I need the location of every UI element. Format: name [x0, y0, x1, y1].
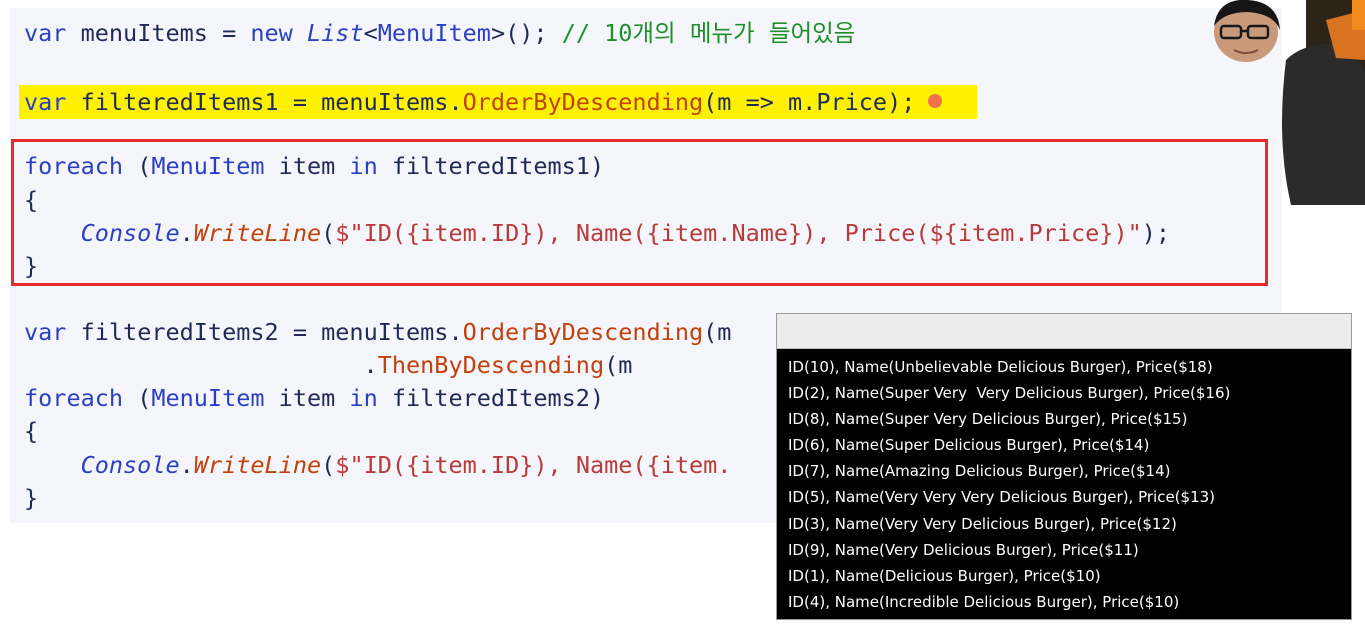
method-name: WriteLine [193, 451, 322, 479]
console-output-line: ID(3), Name(Very Very Delicious Burger),… [788, 514, 1177, 533]
console-title-bar[interactable] [777, 314, 1351, 349]
console-output-line: ID(10), Name(Unbelievable Delicious Burg… [788, 358, 1213, 376]
code-text: ( [321, 219, 336, 247]
keyword: var [24, 318, 67, 346]
code-text: (m => m.Price); [703, 88, 916, 116]
type-name: MenuItem [151, 384, 265, 412]
code-line-8: .ThenByDescending(m [24, 348, 633, 382]
console-output-line: ID(7), Name(Amazing Delicious Burger), P… [788, 462, 1171, 481]
code-text: (m [703, 318, 732, 346]
string-literal: $"ID({item.ID}), Name({item.Name}), Pric… [335, 219, 1142, 247]
code-line-4: { [24, 186, 39, 214]
code-line-11: Console.WriteLine($"ID({item.ID}), Name(… [24, 448, 732, 482]
code-line-3: foreach (MenuItem item in filteredItems1… [24, 149, 604, 183]
code-line-1: var menuItems = new List<MenuItem>(); //… [24, 16, 855, 50]
presenter-webcam-overlay [1196, 0, 1365, 205]
keyword: foreach [24, 152, 124, 180]
code-line-2: var filteredItems1 = menuItems.OrderByDe… [24, 85, 915, 119]
method-name: OrderByDescending [462, 88, 704, 116]
method-name: OrderByDescending [462, 318, 704, 346]
code-line-5: Console.WriteLine($"ID({item.ID}), Name(… [24, 216, 1170, 250]
code-text: ); [1141, 219, 1171, 247]
code-text: ( [321, 451, 336, 479]
console-output-line: ID(4), Name(Incredible Delicious Burger)… [788, 592, 1180, 611]
code-text: . [179, 451, 194, 479]
console-output-line: ID(8), Name(Super Very Delicious Burger)… [788, 410, 1188, 429]
code-text: ( [123, 152, 152, 180]
console-output-line: ID(1), Name(Delicious Burger), Price($10… [788, 566, 1101, 585]
presenter-icon [1214, 0, 1365, 205]
code-text: ( [123, 384, 152, 412]
code-text: (m [604, 351, 633, 379]
console-output-line: ID(9), Name(Very Delicious Burger), Pric… [788, 540, 1139, 559]
method-name: WriteLine [193, 219, 322, 247]
code-text: . [24, 351, 378, 379]
keyword: var [24, 88, 67, 116]
pointer-cursor-icon [928, 94, 942, 108]
code-text: filteredItems2 = menuItems. [66, 318, 463, 346]
code-line-12: } [24, 484, 39, 512]
type-name: List [307, 19, 364, 47]
code-text: filteredItems2) [377, 384, 605, 412]
code-text: < [363, 19, 378, 47]
console-output-line: ID(6), Name(Super Delicious Burger), Pri… [788, 436, 1150, 455]
code-text: filteredItems1 = menuItems. [66, 88, 463, 116]
type-name: MenuItem [151, 152, 265, 180]
code-text: item [264, 384, 350, 412]
keyword: in [349, 152, 378, 180]
class-name: Console [80, 219, 180, 247]
console-window[interactable]: ID(10), Name(Unbelievable Delicious Burg… [776, 313, 1352, 620]
method-name: ThenByDescending [377, 351, 605, 379]
code-line-10: { [24, 417, 39, 445]
type-name: MenuItem [377, 19, 491, 47]
code-line-9: foreach (MenuItem item in filteredItems2… [24, 381, 604, 415]
code-text: menuItems = [66, 19, 251, 47]
keyword: foreach [24, 384, 124, 412]
string-literal: $"ID({item.ID}), Name({item. [335, 451, 732, 479]
keyword: var [24, 19, 67, 47]
console-output-line: ID(5), Name(Very Very Very Delicious Bur… [788, 488, 1216, 507]
keyword: in [349, 384, 378, 412]
console-output: ID(10), Name(Unbelievable Delicious Burg… [788, 354, 1347, 615]
console-output-line: ID(2), Name(Super Very Very Delicious Bu… [788, 384, 1231, 403]
keyword: new [250, 19, 293, 47]
code-line-6: } [24, 252, 39, 280]
class-name: Console [80, 451, 180, 479]
code-text: . [179, 219, 194, 247]
code-line-7: var filteredItems2 = menuItems.OrderByDe… [24, 315, 731, 349]
code-text: item [264, 152, 350, 180]
code-comment: // 10개의 메뉴가 들어있음 [561, 19, 856, 47]
code-text: >(); [490, 19, 562, 47]
code-text: filteredItems1) [377, 152, 605, 180]
